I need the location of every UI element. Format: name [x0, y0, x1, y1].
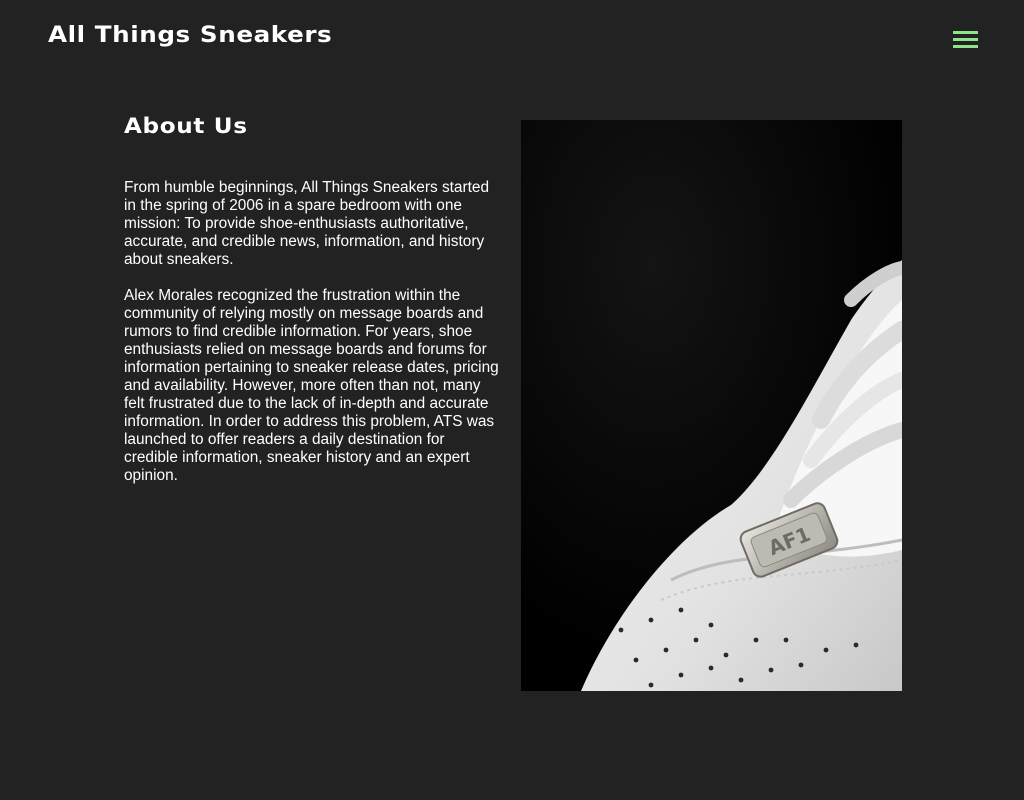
about-text: From humble beginnings, All Things Sneak… [124, 179, 499, 503]
menu-bar-top [953, 31, 978, 34]
menu-bar-middle [953, 38, 978, 41]
menu-bar-bottom [953, 45, 978, 48]
site-title[interactable]: All Things Sneakers [48, 22, 332, 50]
about-paragraph-2: Alex Morales recognized the frustration … [124, 287, 499, 484]
about-paragraph-1: From humble beginnings, All Things Sneak… [124, 179, 490, 268]
hamburger-menu-icon[interactable] [952, 30, 980, 52]
about-heading: About Us [124, 114, 248, 138]
sneaker-image: AF1 [521, 120, 902, 691]
